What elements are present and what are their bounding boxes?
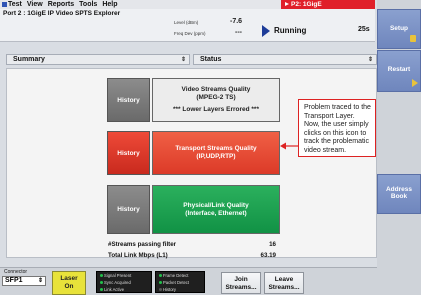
port-tab-label: P2: 1GigE: [291, 1, 322, 8]
menu-tools[interactable]: Tools: [79, 0, 97, 9]
transport-quality-title: Transport Streams Quality: [175, 145, 257, 152]
physical-quality-tile[interactable]: Physical/Link Quality (Interface, Ethern…: [152, 185, 280, 234]
video-quality-subtitle: (MPEG-2 TS): [196, 94, 236, 101]
frame-leds: Frame Detect Packet Detect History: [155, 271, 205, 293]
app-icon: [2, 2, 7, 7]
video-quality-tile[interactable]: Video Streams Quality (MPEG-2 TS) *** Lo…: [152, 78, 280, 122]
callout-arrow-icon: [280, 142, 299, 150]
port-tab[interactable]: P2: 1GigE: [281, 0, 375, 9]
leave-streams-button[interactable]: Leave Streams...: [264, 272, 304, 294]
streams-value: 16: [269, 241, 276, 248]
led-icon: [159, 281, 162, 285]
address-book-label-1: Address: [385, 186, 412, 193]
restart-arrow-icon: [412, 79, 418, 87]
led-icon: [100, 274, 103, 278]
video-quality-status: *** Lower Layers Errored ***: [173, 106, 259, 113]
history-button-transport[interactable]: History: [107, 131, 150, 175]
transport-quality-subtitle: (IP,UDP,RTP): [196, 153, 236, 160]
led-link-active: Link Active: [104, 287, 125, 292]
streams-label: #Streams passing filter: [108, 241, 177, 248]
summary-dropdown-value: Summary: [13, 56, 45, 63]
connector-select[interactable]: SFP1 ⇕: [2, 276, 46, 286]
restart-button[interactable]: Restart: [377, 50, 421, 92]
history-button-physical[interactable]: History: [107, 185, 150, 234]
video-quality-title: Video Streams Quality: [181, 86, 251, 93]
restart-label: Restart: [387, 66, 411, 73]
join-label-1: Join: [234, 276, 248, 283]
side-panel: Setup Restart Address Book: [377, 0, 421, 295]
led-icon: [100, 281, 103, 285]
setup-label: Setup: [389, 25, 409, 32]
menu-help[interactable]: Help: [102, 0, 117, 9]
menu-view[interactable]: View: [27, 0, 43, 9]
leave-label-1: Leave: [274, 276, 294, 283]
connector-value: SFP1: [5, 277, 23, 284]
status-dropdown-value: Status: [200, 56, 222, 63]
signal-leds: Signal Present Sync Acquired Link Active: [96, 271, 152, 293]
led-sync-acquired: Sync Acquired: [104, 280, 131, 285]
bottom-bar: Connector SFP1 ⇕ Laser On Signal Present…: [0, 267, 377, 295]
join-label-2: Streams...: [225, 284, 257, 291]
level-value: -7.6: [230, 18, 243, 25]
led-signal-present: Signal Present: [104, 273, 132, 278]
led-frame-detect: Frame Detect: [163, 273, 189, 278]
elapsed-time: 25s: [358, 26, 370, 33]
link-label: Total Link Mbps (L1): [108, 252, 168, 259]
status-dropdown[interactable]: Status ⇕: [193, 54, 377, 65]
page-title: Port 2 : 1GigE IP Video SPTS Explorer: [3, 10, 121, 17]
physical-quality-subtitle: (Interface, Ethernet): [185, 209, 247, 217]
address-book-button[interactable]: Address Book: [377, 174, 421, 214]
setup-icon: [410, 35, 416, 42]
freq-label: Freq Dev (ppm): [174, 31, 206, 36]
running-arrow-icon: [262, 25, 270, 37]
transport-quality-tile[interactable]: Transport Streams Quality (IP,UDP,RTP): [152, 131, 280, 175]
play-icon: [285, 2, 289, 6]
level-label: Level (dBm): [174, 20, 199, 25]
laser-state: On: [64, 283, 74, 290]
setup-button[interactable]: Setup: [377, 9, 421, 49]
annotation-callout: Problem traced to the Transport Layer. N…: [298, 99, 376, 157]
menu-test[interactable]: Test: [8, 0, 22, 9]
run-status: Running: [274, 26, 307, 35]
join-streams-button[interactable]: Join Streams...: [221, 272, 261, 294]
led-icon: [100, 288, 103, 292]
spinner-icon: ⇕: [180, 57, 186, 63]
menu-reports[interactable]: Reports: [48, 0, 74, 9]
led-packet-detect: Packet Detect: [163, 280, 190, 285]
summary-dropdown[interactable]: Summary ⇕: [6, 54, 190, 65]
test-header: Port 2 : 1GigE IP Video SPTS Explorer Le…: [0, 9, 375, 42]
physical-quality-title: Physical/Link Quality: [183, 201, 249, 209]
spinner-icon: ⇕: [367, 57, 373, 63]
leave-label-2: Streams...: [268, 284, 300, 291]
connector-label: Connector: [4, 269, 28, 275]
laser-label: Laser: [60, 275, 78, 282]
spinner-icon: ⇕: [37, 278, 43, 284]
address-book-label-2: Book: [390, 193, 408, 200]
freq-value: ---: [235, 29, 242, 36]
history-button-video[interactable]: History: [107, 78, 150, 122]
laser-button[interactable]: Laser On: [52, 271, 86, 295]
led-history: History: [163, 287, 177, 292]
led-icon: [159, 288, 162, 292]
link-value: 63.19: [260, 252, 276, 259]
led-icon: [159, 274, 162, 278]
